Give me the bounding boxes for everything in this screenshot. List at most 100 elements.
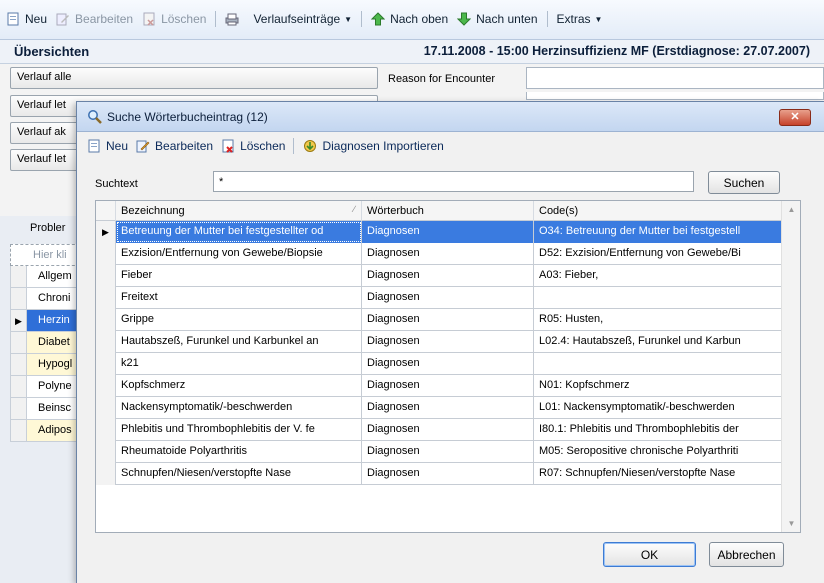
row-name-cell[interactable]: k21 [116, 353, 362, 375]
toolbar-move-down-button[interactable]: Nach unten [457, 12, 538, 26]
row-header-cell[interactable] [96, 353, 116, 375]
toolbar-delete-button[interactable]: Löschen [142, 12, 206, 26]
table-row[interactable]: Kopfschmerz Diagnosen N01: Kopfschmerz [96, 375, 782, 397]
row-codes-cell[interactable] [534, 353, 782, 375]
scroll-down-icon[interactable]: ▼ [782, 515, 800, 532]
row-header-cell[interactable] [96, 287, 116, 309]
row-dictionary-cell[interactable]: Diagnosen [362, 353, 534, 375]
dictionary-results-grid: Bezeichnung ∕ Wörterbuch Code(s) ▶ Betreu… [95, 200, 801, 533]
row-header-cell[interactable] [96, 265, 116, 287]
dialog-edit-button[interactable]: Bearbeiten [136, 139, 213, 153]
row-header-cell[interactable] [96, 419, 116, 441]
row-name-cell[interactable]: Kopfschmerz [116, 375, 362, 397]
toolbar-print-button[interactable] [225, 12, 244, 26]
row-codes-cell[interactable]: M05: Seropositive chronische Polyarthrit… [534, 441, 782, 463]
row-name-cell[interactable]: Schnupfen/Niesen/verstopfte Nase [116, 463, 362, 485]
row-dictionary-cell[interactable]: Diagnosen [362, 309, 534, 331]
table-row[interactable]: ▶ Betreuung der Mutter bei festgestellter… [96, 221, 782, 243]
row-dictionary-cell[interactable]: Diagnosen [362, 419, 534, 441]
table-row[interactable]: Freitext Diagnosen [96, 287, 782, 309]
problem-row[interactable]: Chroni [10, 288, 80, 310]
row-indicator-icon[interactable]: ▶ [96, 221, 116, 243]
table-row[interactable]: Hautabszeß, Furunkel und Karbunkel an Dia… [96, 331, 782, 353]
column-header-codes[interactable]: Code(s) [534, 201, 782, 221]
table-row[interactable]: Rheumatoide Polyarthritis Diagnosen M05: S… [96, 441, 782, 463]
row-dictionary-cell[interactable]: Diagnosen [362, 331, 534, 353]
row-dictionary-cell[interactable]: Diagnosen [362, 243, 534, 265]
dialog-new-button[interactable]: Neu [87, 139, 128, 153]
row-name-cell[interactable]: Hautabszeß, Furunkel und Karbunkel an [116, 331, 362, 353]
row-name-cell[interactable]: Betreuung der Mutter bei festgestellter … [116, 221, 362, 243]
row-codes-cell[interactable]: L02.4: Hautabszeß, Furunkel und Karbun [534, 331, 782, 353]
row-name-cell[interactable]: Rheumatoide Polyarthritis [116, 441, 362, 463]
cancel-button[interactable]: Abbrechen [709, 542, 784, 567]
dialog-delete-button[interactable]: Löschen [221, 139, 285, 153]
table-row[interactable]: Exzision/Entfernung von Gewebe/Biopsie Di… [96, 243, 782, 265]
row-header-cell[interactable] [96, 243, 116, 265]
row-dictionary-cell[interactable]: Diagnosen [362, 375, 534, 397]
reason-for-encounter-input[interactable] [526, 67, 824, 89]
row-dictionary-cell[interactable]: Diagnosen [362, 287, 534, 309]
row-codes-cell[interactable]: O34: Betreuung der Mutter bei festgestel… [534, 221, 782, 243]
row-header-cell[interactable] [96, 375, 116, 397]
row-codes-cell[interactable]: L01: Nackensymptomatik/-beschwerden [534, 397, 782, 419]
table-row[interactable]: Schnupfen/Niesen/verstopfte Nase Diagnose… [96, 463, 782, 485]
row-header-cell[interactable] [96, 309, 116, 331]
column-header-name[interactable]: Bezeichnung ∕ [116, 201, 362, 221]
dialog-import-diagnoses-button[interactable]: Diagnosen Importieren [303, 139, 444, 153]
row-codes-cell[interactable]: R07: Schnupfen/Niesen/verstopfte Nase [534, 463, 782, 485]
ok-button[interactable]: OK [603, 542, 696, 567]
toolbar-extras-dropdown[interactable]: Extras ▼ [557, 12, 603, 26]
row-dictionary-cell[interactable]: Diagnosen [362, 265, 534, 287]
problem-row[interactable]: Polyne [10, 376, 80, 398]
dialog-title-bar[interactable]: Suche Wörterbucheintrag (12) ✕ [77, 102, 824, 132]
table-row[interactable]: Phlebitis und Thrombophlebitis der V. fe… [96, 419, 782, 441]
close-button[interactable]: ✕ [779, 109, 811, 126]
scroll-up-icon[interactable]: ▲ [782, 201, 800, 218]
row-codes-cell[interactable]: R05: Husten, [534, 309, 782, 331]
history-all-button[interactable]: Verlauf alle [10, 67, 378, 89]
row-name-cell[interactable]: Freitext [116, 287, 362, 309]
toolbar-new-button[interactable]: Neu [6, 12, 47, 26]
row-dictionary-cell[interactable]: Diagnosen [362, 221, 534, 243]
problem-row[interactable]: Beinsc [10, 398, 80, 420]
toolbar-move-up-button[interactable]: Nach oben [371, 12, 448, 26]
search-text-input[interactable] [213, 171, 694, 192]
row-codes-cell[interactable] [534, 287, 782, 309]
toolbar-separator [293, 138, 295, 154]
table-row[interactable]: k21 Diagnosen [96, 353, 782, 375]
row-header-cell[interactable] [96, 331, 116, 353]
row-name-cell[interactable]: Exzision/Entfernung von Gewebe/Biopsie [116, 243, 362, 265]
sort-indicator-icon: ∕ [353, 204, 355, 214]
problem-row[interactable]: Adipos [10, 420, 80, 442]
search-button[interactable]: Suchen [708, 171, 780, 194]
column-header-dictionary[interactable]: Wörterbuch [362, 201, 534, 221]
row-header-cell[interactable] [96, 441, 116, 463]
problem-row[interactable]: Hypogl [10, 354, 80, 376]
table-row[interactable]: Grippe Diagnosen R05: Husten, [96, 309, 782, 331]
dialog-toolbar: Neu Bearbeiten Löschen Diagnosen Importi… [77, 133, 824, 159]
row-name-cell[interactable]: Nackensymptomatik/-beschwerden [116, 397, 362, 419]
problem-row[interactable]: Allgem [10, 266, 80, 288]
row-name-cell[interactable]: Phlebitis und Thrombophlebitis der V. fe [116, 419, 362, 441]
problem-list-filter-row[interactable]: Hier kli [10, 244, 80, 266]
row-codes-cell[interactable]: A03: Fieber, [534, 265, 782, 287]
row-codes-cell[interactable]: N01: Kopfschmerz [534, 375, 782, 397]
table-row[interactable]: Nackensymptomatik/-beschwerden Diagnosen L… [96, 397, 782, 419]
row-codes-cell[interactable]: I80.1: Phlebitis und Thrombophlebitis de… [534, 419, 782, 441]
toolbar-history-entries-dropdown[interactable]: Verlaufseinträge ▼ [253, 12, 352, 26]
row-name-cell[interactable]: Fieber [116, 265, 362, 287]
problem-row-selected[interactable]: ▶ Herzin [10, 310, 80, 332]
row-codes-cell[interactable]: D52: Exzision/Entfernung von Gewebe/Bi [534, 243, 782, 265]
row-dictionary-cell[interactable]: Diagnosen [362, 463, 534, 485]
problem-row[interactable]: Diabet [10, 332, 80, 354]
toolbar-edit-button[interactable]: Bearbeiten [56, 12, 133, 26]
row-header-cell[interactable] [96, 397, 116, 419]
row-header-cell[interactable] [96, 463, 116, 485]
table-row[interactable]: Fieber Diagnosen A03: Fieber, [96, 265, 782, 287]
row-name-cell[interactable]: Grippe [116, 309, 362, 331]
row-dictionary-cell[interactable]: Diagnosen [362, 397, 534, 419]
row-dictionary-cell[interactable]: Diagnosen [362, 441, 534, 463]
vertical-scrollbar[interactable]: ▲ ▼ [781, 201, 800, 532]
edit-icon [136, 139, 150, 153]
